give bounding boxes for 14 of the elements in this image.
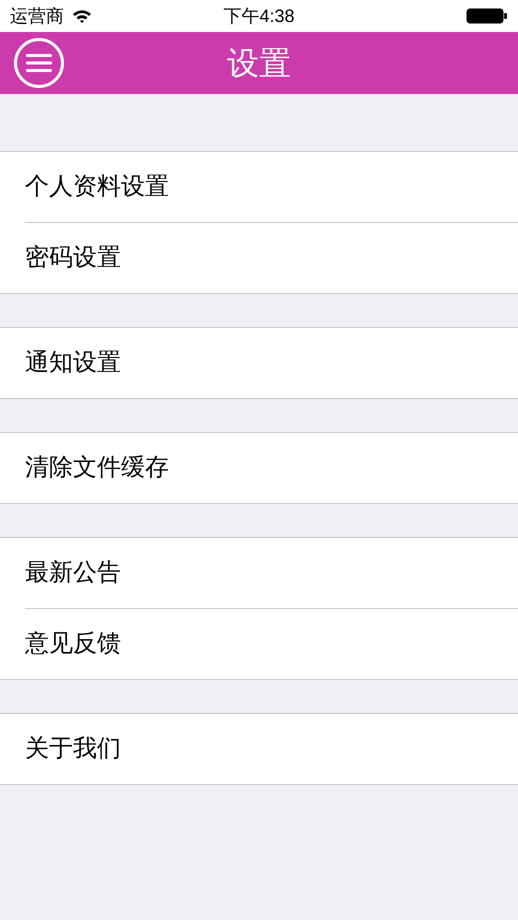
menu-icon <box>26 54 52 72</box>
nav-title: 设置 <box>227 44 291 83</box>
carrier-name: 运营商 <box>10 4 64 28</box>
settings-item[interactable]: 清除文件缓存 <box>25 433 518 503</box>
settings-item[interactable]: 密码设置 <box>25 223 518 293</box>
wifi-icon <box>72 8 92 24</box>
settings-item[interactable]: 通知设置 <box>25 328 518 398</box>
settings-item[interactable]: 个人资料设置 <box>25 152 518 222</box>
settings-item[interactable]: 关于我们 <box>25 714 518 784</box>
status-time: 下午4:38 <box>223 4 295 28</box>
settings-item[interactable]: 最新公告 <box>25 538 518 608</box>
menu-button[interactable] <box>14 38 64 88</box>
settings-item[interactable]: 意见反馈 <box>25 609 518 679</box>
battery-icon <box>466 8 508 24</box>
